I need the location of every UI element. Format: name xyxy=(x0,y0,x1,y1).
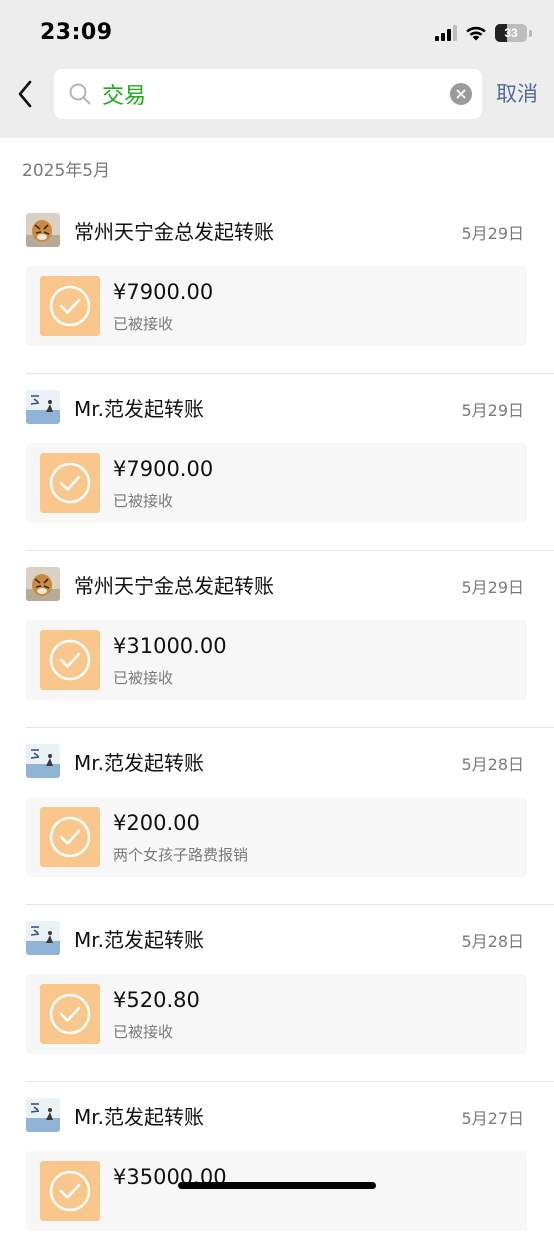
transfer-card-icon xyxy=(40,453,100,513)
avatar[interactable] xyxy=(26,1098,60,1132)
status-time: 23:09 xyxy=(40,20,113,45)
transfer-card-icon xyxy=(40,807,100,867)
check-circle-icon xyxy=(49,639,91,681)
tiger-avatar-icon xyxy=(26,567,60,601)
wifi-icon xyxy=(466,26,486,41)
sender-line: Mr.范发起转账 xyxy=(74,928,204,952)
month-section-header: 2025年5月 xyxy=(22,161,111,181)
transfer-card-icon xyxy=(40,630,100,690)
avatar[interactable] xyxy=(26,921,60,955)
entry-date: 5月27日 xyxy=(461,1109,524,1128)
transfer-amount: ¥7900.00 xyxy=(113,457,214,481)
cellular-signal-icon xyxy=(435,25,457,41)
chevron-left-icon xyxy=(18,80,32,108)
transfer-card-icon xyxy=(40,984,100,1044)
back-button[interactable] xyxy=(8,74,42,114)
search-input[interactable] xyxy=(102,77,432,111)
avatar[interactable] xyxy=(26,213,60,247)
battery-icon: 33 xyxy=(495,24,527,42)
entry-date: 5月29日 xyxy=(461,401,524,420)
clear-search-button[interactable] xyxy=(450,83,472,105)
transfer-card-icon xyxy=(40,1161,100,1221)
landscape-avatar-icon xyxy=(26,390,60,424)
transfer-status: 已被接收 xyxy=(113,1023,174,1041)
battery-tip xyxy=(529,29,532,37)
entry-date: 5月28日 xyxy=(461,932,524,951)
entry-date: 5月29日 xyxy=(461,578,524,597)
transfer-entry[interactable]: Mr.范发起转账 5月28日 ¥520.80 已被接收 xyxy=(0,905,554,1082)
sender-line: 常州天宁金总发起转账 xyxy=(74,220,274,244)
transfer-card[interactable]: ¥7900.00 已被接收 xyxy=(26,443,527,523)
sender-line: 常州天宁金总发起转账 xyxy=(74,574,274,598)
sender-line: Mr.范发起转账 xyxy=(74,1105,204,1129)
transfer-amount: ¥200.00 xyxy=(113,811,200,835)
transfer-card[interactable]: ¥200.00 两个女孩子路费报销 xyxy=(26,797,527,877)
check-circle-icon xyxy=(49,285,91,327)
battery-level: 33 xyxy=(504,26,518,40)
transfer-card[interactable]: ¥520.80 已被接收 xyxy=(26,974,527,1054)
sender-line: Mr.范发起转账 xyxy=(74,751,204,775)
check-circle-icon xyxy=(49,462,91,504)
transfer-entry[interactable]: Mr.范发起转账 5月27日 ¥35000.00 xyxy=(0,1082,554,1259)
check-circle-icon xyxy=(49,1170,91,1212)
avatar[interactable] xyxy=(26,744,60,778)
entry-date: 5月29日 xyxy=(461,224,524,243)
transfer-amount: ¥520.80 xyxy=(113,988,200,1012)
transfer-card[interactable]: ¥35000.00 xyxy=(26,1151,527,1231)
tiger-avatar-icon xyxy=(26,213,60,247)
transfer-entry[interactable]: 常州天宁金总发起转账 5月29日 ¥31000.00 已被接收 xyxy=(0,551,554,728)
avatar[interactable] xyxy=(26,567,60,601)
transfer-status: 已被接收 xyxy=(113,492,174,510)
status-bar: 23:09 33 xyxy=(0,0,554,64)
landscape-avatar-icon xyxy=(26,921,60,955)
entry-date: 5月28日 xyxy=(461,755,524,774)
cancel-button[interactable]: 取消 xyxy=(496,78,538,108)
landscape-avatar-icon xyxy=(26,1098,60,1132)
transfer-card[interactable]: ¥31000.00 已被接收 xyxy=(26,620,527,700)
transfer-entry[interactable]: Mr.范发起转账 5月29日 ¥7900.00 已被接收 xyxy=(0,374,554,551)
top-bar-area: 23:09 33 交易 取消 xyxy=(0,0,554,138)
landscape-avatar-icon xyxy=(26,744,60,778)
search-icon xyxy=(69,83,91,105)
transfer-entry[interactable]: Mr.范发起转账 5月28日 ¥200.00 两个女孩子路费报销 xyxy=(0,728,554,905)
status-icons: 33 xyxy=(435,22,532,44)
transfer-status: 已被接收 xyxy=(113,315,174,333)
transfer-amount: ¥31000.00 xyxy=(113,634,227,658)
sender-line: Mr.范发起转账 xyxy=(74,397,204,421)
check-circle-icon xyxy=(49,816,91,858)
transfer-card-icon xyxy=(40,276,100,336)
transfer-amount: ¥7900.00 xyxy=(113,280,214,304)
home-indicator[interactable] xyxy=(178,1182,376,1189)
avatar[interactable] xyxy=(26,390,60,424)
clear-icon xyxy=(456,89,466,99)
search-box[interactable] xyxy=(54,69,482,119)
transfer-status: 已被接收 xyxy=(113,669,174,687)
transfer-entry[interactable]: 常州天宁金总发起转账 5月29日 ¥7900.00 已被接收 xyxy=(0,197,554,374)
transfer-card[interactable]: ¥7900.00 已被接收 xyxy=(26,266,527,346)
transfer-status: 两个女孩子路费报销 xyxy=(113,846,249,864)
transfer-list: 常州天宁金总发起转账 5月29日 ¥7900.00 已被接收 Mr.范发起转账 … xyxy=(0,197,554,1259)
check-circle-icon xyxy=(49,993,91,1035)
